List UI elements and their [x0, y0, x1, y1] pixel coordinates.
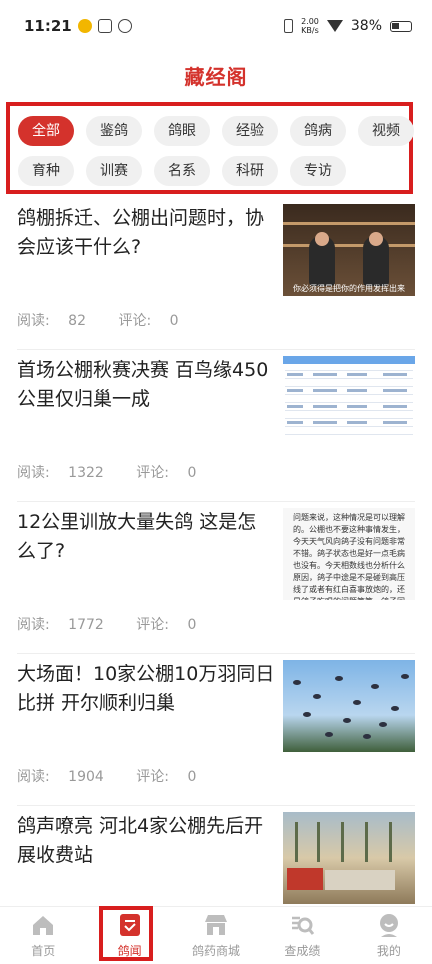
- article-thumbnail: [283, 660, 415, 752]
- status-time: 11:21: [24, 17, 72, 35]
- list-item[interactable]: 首场公棚秋赛决赛 百鸟缘450公里仅归巢一成 阅读: 1322 评论: 0: [17, 350, 415, 502]
- list-item[interactable]: 鸽声嘹亮 河北4家公棚先后开展收费站: [17, 806, 415, 906]
- nav-label: 我的: [376, 944, 401, 958]
- category-chip-famous-lines[interactable]: 名系: [154, 156, 210, 186]
- category-chip-all[interactable]: 全部: [18, 116, 74, 146]
- news-icon: [119, 914, 140, 936]
- status-bar: 11:21 2.00 KB/s 38%: [0, 0, 432, 52]
- comment-count: 0: [187, 465, 197, 481]
- read-count: 1904: [68, 769, 104, 785]
- net-speed: 2.00 KB/s: [301, 17, 319, 35]
- battery-percent: 38%: [350, 18, 382, 34]
- category-chip-training[interactable]: 训赛: [86, 156, 142, 186]
- article-thumbnail: 问题来说，这种情况是可以理解的。公棚也不要这种事情发生，今天天气风向鸽子没有问题…: [283, 508, 415, 600]
- read-count: 1322: [68, 465, 104, 481]
- category-chip-experience[interactable]: 经验: [222, 116, 278, 146]
- thumbnail-caption: 你必须得是把你的作用发挥出来: [293, 284, 405, 293]
- shop-icon: [205, 915, 228, 935]
- category-row-2: 育种 训赛 名系 科研 专访: [18, 156, 409, 186]
- nav-label: 鸽药商城: [192, 944, 241, 958]
- notification-icon: [97, 19, 112, 33]
- comment-count: 0: [169, 313, 179, 329]
- wifi-icon: [326, 20, 343, 32]
- profile-icon: [379, 914, 398, 937]
- comment-count: 0: [187, 769, 197, 785]
- search-results-icon: [292, 916, 315, 935]
- article-meta: 阅读: 82 评论: 0: [17, 313, 179, 329]
- category-chip-identify[interactable]: 鉴鸽: [86, 116, 142, 146]
- page-header: 藏经阁: [0, 52, 432, 98]
- home-icon: [33, 916, 54, 935]
- nav-label: 鸽闻: [117, 944, 142, 958]
- vibrate-icon: [284, 19, 294, 33]
- nav-shop[interactable]: 鸽药商城: [173, 907, 259, 964]
- nav-label: 首页: [31, 944, 56, 958]
- category-chip-breeding[interactable]: 育种: [18, 156, 74, 186]
- list-item[interactable]: 12公里训放大量失鸽 这是怎么了? 问题来说，这种情况是可以理解的。公棚也不要这…: [17, 502, 415, 654]
- category-row-1: 全部 鉴鸽 鸽眼 经验 鸽病 视频: [18, 116, 414, 146]
- link-icon: [117, 19, 132, 33]
- nav-results[interactable]: 查成绩: [259, 907, 345, 964]
- article-meta: 阅读: 1904 评论: 0: [17, 769, 197, 785]
- nav-label: 查成绩: [284, 944, 321, 958]
- bottom-nav: 首页 鸽闻 鸽药商城 查成绩 我的: [0, 906, 432, 964]
- nav-home[interactable]: 首页: [0, 907, 86, 964]
- article-meta: 阅读: 1322 评论: 0: [17, 465, 197, 481]
- category-chip-video[interactable]: 视频: [358, 116, 414, 146]
- article-title: 鸽棚拆迁、公棚出问题时，协会应该干什么?: [17, 207, 265, 258]
- article-title: 鸽声嘹亮 河北4家公棚先后开展收费站: [17, 815, 264, 866]
- article-title: 12公里训放大量失鸽 这是怎么了?: [17, 511, 257, 562]
- article-meta: 阅读: 1772 评论: 0: [17, 617, 197, 633]
- article-thumbnail: [283, 812, 415, 904]
- category-chip-eye[interactable]: 鸽眼: [154, 116, 210, 146]
- category-chip-disease[interactable]: 鸽病: [290, 116, 346, 146]
- article-title: 首场公棚秋赛决赛 百鸟缘450公里仅归巢一成: [17, 359, 269, 410]
- list-item[interactable]: 大场面！10家公棚10万羽同日比拼 开尔顺利归巢 阅读: 1904 评论: 0: [17, 654, 415, 806]
- article-title: 大场面！10家公棚10万羽同日比拼 开尔顺利归巢: [17, 663, 275, 714]
- weather-icon: [77, 19, 92, 33]
- category-chip-interview[interactable]: 专访: [290, 156, 346, 186]
- category-chip-research[interactable]: 科研: [222, 156, 278, 186]
- nav-news[interactable]: 鸽闻: [86, 907, 172, 964]
- article-list: 鸽棚拆迁、公棚出问题时，协会应该干什么? 你必须得是把你的作用发挥出来 阅读: …: [0, 198, 432, 906]
- battery-icon: [390, 20, 412, 32]
- list-item[interactable]: 鸽棚拆迁、公棚出问题时，协会应该干什么? 你必须得是把你的作用发挥出来 阅读: …: [17, 198, 415, 350]
- category-filter: 全部 鉴鸽 鸽眼 经验 鸽病 视频 育种 训赛 名系 科研 专访: [6, 102, 414, 194]
- comment-count: 0: [187, 617, 197, 633]
- article-thumbnail: [283, 356, 415, 448]
- read-count: 1772: [68, 617, 104, 633]
- nav-profile[interactable]: 我的: [346, 907, 432, 964]
- article-thumbnail: 你必须得是把你的作用发挥出来: [283, 204, 415, 296]
- page-title: 藏经阁: [184, 64, 248, 89]
- read-count: 82: [68, 313, 86, 329]
